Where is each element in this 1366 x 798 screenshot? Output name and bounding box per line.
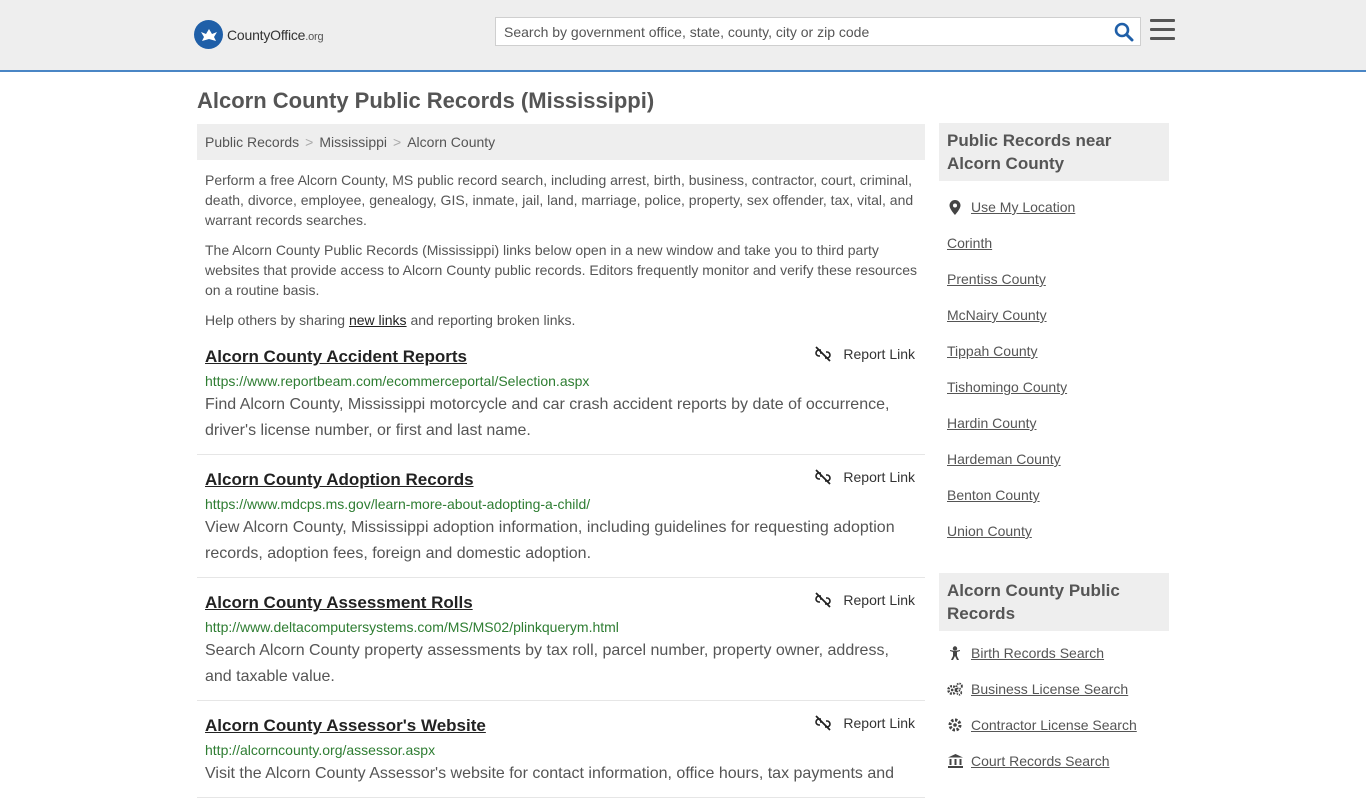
intro-text: Perform a free Alcorn County, MS public … (197, 170, 925, 330)
broken-link-icon (815, 592, 832, 608)
nearby-item: Hardin County (947, 405, 1161, 441)
intro-paragraph-1: Perform a free Alcorn County, MS public … (205, 172, 914, 228)
use-my-location-link[interactable]: Use My Location (971, 199, 1075, 215)
report-link-label: Report Link (843, 715, 915, 731)
nearby-item: Hardeman County (947, 441, 1161, 477)
record-link-item: Business License Search (947, 671, 1161, 707)
county-records-heading: Alcorn County Public Records (939, 573, 1169, 631)
report-link-label: Report Link (843, 346, 915, 362)
contractor-license-search-link[interactable]: Contractor License Search (971, 717, 1137, 733)
baby-icon (947, 645, 963, 661)
record-description: Visit the Alcorn County Assessor's websi… (205, 765, 895, 782)
record-title-link[interactable]: Alcorn County Assessment Rolls (205, 592, 917, 614)
nearby-link-tishomingo-county[interactable]: Tishomingo County (947, 379, 1067, 395)
new-links-link[interactable]: new links (349, 312, 407, 328)
business-license-search-link[interactable]: Business License Search (971, 681, 1128, 697)
nearby-link-prentiss-county[interactable]: Prentiss County (947, 271, 1046, 287)
nearby-item: McNairy County (947, 297, 1161, 333)
report-link-button[interactable]: Report Link (815, 592, 915, 608)
record-url: http://alcorncounty.org/assessor.aspx (205, 742, 436, 758)
nearby-item: Benton County (947, 477, 1161, 513)
nearby-link-hardin-county[interactable]: Hardin County (947, 415, 1037, 431)
search-icon[interactable] (1114, 22, 1134, 42)
record-url: https://www.mdcps.ms.gov/learn-more-abou… (205, 496, 591, 512)
intro-text-after: and reporting broken links. (406, 312, 576, 328)
nearby-item: Prentiss County (947, 261, 1161, 297)
courthouse-icon (947, 754, 963, 768)
breadcrumb: Public Records > Mississippi > Alcorn County (197, 124, 925, 160)
hamburger-menu-icon[interactable] (1150, 19, 1175, 41)
nearby-link-union-county[interactable]: Union County (947, 523, 1032, 539)
nearby-link-corinth[interactable]: Corinth (947, 235, 992, 251)
breadcrumb-separator: > (305, 134, 314, 150)
record-link-item: Contractor License Search (947, 707, 1161, 743)
gear-icon (947, 718, 963, 732)
logo-seal-icon (194, 20, 223, 49)
record-item: Alcorn County Assessor's Website Report … (197, 701, 925, 798)
nearby-item: Corinth (947, 225, 1161, 261)
breadcrumb-separator: > (393, 134, 402, 150)
report-link-button[interactable]: Report Link (815, 469, 915, 485)
county-records-list: Birth Records Search Business License Se… (939, 631, 1169, 787)
record-link-item: Birth Records Search (947, 635, 1161, 671)
record-description: Search Alcorn County property assessment… (205, 642, 889, 685)
nearby-link-tippah-county[interactable]: Tippah County (947, 343, 1038, 359)
nearby-item: Tippah County (947, 333, 1161, 369)
nearby-item: Union County (947, 513, 1161, 549)
report-link-label: Report Link (843, 592, 915, 608)
record-link-item: Court Records Search (947, 743, 1161, 779)
nearby-item: Tishomingo County (947, 369, 1161, 405)
search-input[interactable] (496, 18, 1106, 45)
record-title-link[interactable]: Alcorn County Adoption Records (205, 469, 917, 491)
record-title-link[interactable]: Alcorn County Assessor's Website (205, 715, 917, 737)
intro-text-before: Help others by sharing (205, 312, 349, 328)
court-records-search-link[interactable]: Court Records Search (971, 753, 1110, 769)
breadcrumb-public-records[interactable]: Public Records (205, 134, 299, 150)
report-link-button[interactable]: Report Link (815, 346, 915, 362)
nearby-list: Use My Location Corinth Prentiss County … (939, 181, 1169, 557)
report-link-button[interactable]: Report Link (815, 715, 915, 731)
intro-paragraph-2: The Alcorn County Public Records (Missis… (205, 242, 918, 298)
record-title-link[interactable]: Alcorn County Accident Reports (205, 346, 917, 368)
record-description: View Alcorn County, Mississippi adoption… (205, 519, 895, 562)
use-location-item: Use My Location (947, 189, 1161, 225)
broken-link-icon (815, 346, 832, 362)
report-link-label: Report Link (843, 469, 915, 485)
nearby-records-heading: Public Records near Alcorn County (939, 123, 1169, 181)
map-marker-icon (947, 199, 963, 215)
breadcrumb-alcorn-county[interactable]: Alcorn County (407, 134, 495, 150)
site-header: CountyOffice.org (0, 0, 1366, 72)
gears-icon (947, 682, 963, 696)
intro-paragraph-3: Help others by sharing new links and rep… (205, 310, 917, 330)
nearby-link-benton-county[interactable]: Benton County (947, 487, 1040, 503)
logo-text: CountyOffice.org (227, 26, 324, 43)
sidebar: Public Records near Alcorn County Use My… (939, 123, 1169, 787)
nearby-link-mcnairy-county[interactable]: McNairy County (947, 307, 1047, 323)
record-item: Alcorn County Assessment Rolls Report Li… (197, 578, 925, 701)
breadcrumb-mississippi[interactable]: Mississippi (319, 134, 387, 150)
search-bar (495, 17, 1141, 46)
record-item: Alcorn County Accident Reports Report Li… (197, 342, 925, 455)
birth-records-search-link[interactable]: Birth Records Search (971, 645, 1104, 661)
record-url: http://www.deltacomputersystems.com/MS/M… (205, 619, 619, 635)
page-title: Alcorn County Public Records (Mississipp… (197, 88, 655, 113)
record-url: https://www.reportbeam.com/ecommerceport… (205, 373, 590, 389)
broken-link-icon (815, 715, 832, 731)
record-item: Alcorn County Adoption Records Report Li… (197, 455, 925, 578)
record-description: Find Alcorn County, Mississippi motorcyc… (205, 396, 890, 439)
nearby-link-hardeman-county[interactable]: Hardeman County (947, 451, 1061, 467)
broken-link-icon (815, 469, 832, 485)
main-content: Public Records > Mississippi > Alcorn County… (197, 124, 925, 798)
site-logo[interactable]: CountyOffice.org (194, 20, 324, 49)
